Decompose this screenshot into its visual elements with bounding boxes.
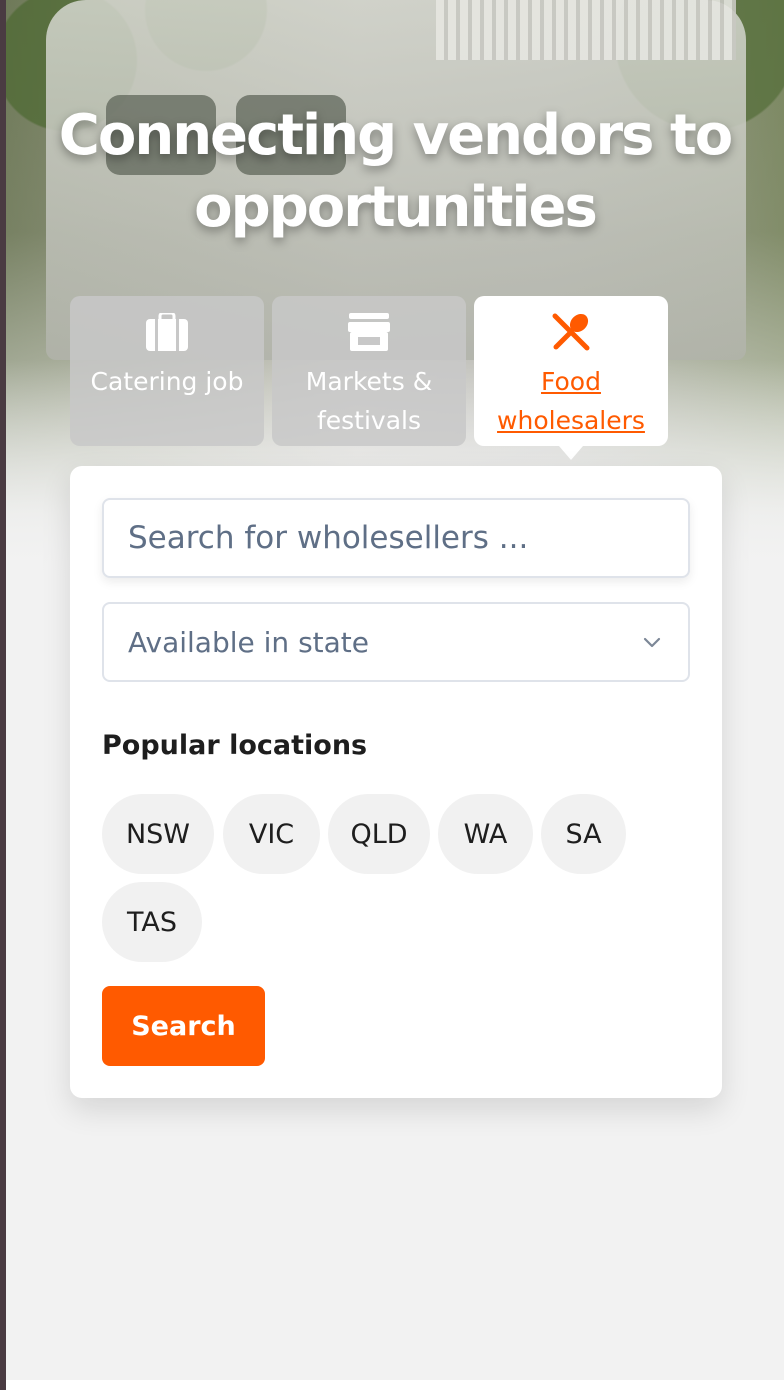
briefcase-icon [145,310,189,354]
tab-label: Catering job [90,367,244,396]
page-bottom-edge [6,1380,784,1390]
tab-catering-job[interactable]: Catering job [70,296,264,446]
location-chip-wa[interactable]: WA [438,794,533,874]
search-input[interactable] [102,498,690,578]
active-tab-pointer [559,446,583,460]
chevron-down-icon [640,630,664,654]
tab-label: Food wholesalers [497,367,645,435]
location-chip-qld[interactable]: QLD [328,794,430,874]
location-chip-vic[interactable]: VIC [223,794,320,874]
cutlery-icon [549,310,593,354]
search-card: Available in state Popular locations NSW… [70,466,722,1098]
popular-locations-title: Popular locations [102,730,368,761]
truck-awning [436,0,736,60]
tab-label: Markets & festivals [305,367,433,435]
hero-headline: Connecting vendors to opportunities [58,103,734,240]
search-button[interactable]: Search [102,986,265,1066]
location-chip-nsw[interactable]: NSW [102,794,214,874]
state-select[interactable]: Available in state [102,602,690,682]
location-chip-tas[interactable]: TAS [102,882,202,962]
category-tabs: Catering job Markets & festivals Food wh… [70,296,670,460]
tab-food-wholesalers[interactable]: Food wholesalers [474,296,668,460]
storefront-icon [347,310,391,354]
location-chip-sa[interactable]: SA [541,794,626,874]
state-select-value: Available in state [128,625,369,659]
tab-markets-festivals[interactable]: Markets & festivals [272,296,466,446]
